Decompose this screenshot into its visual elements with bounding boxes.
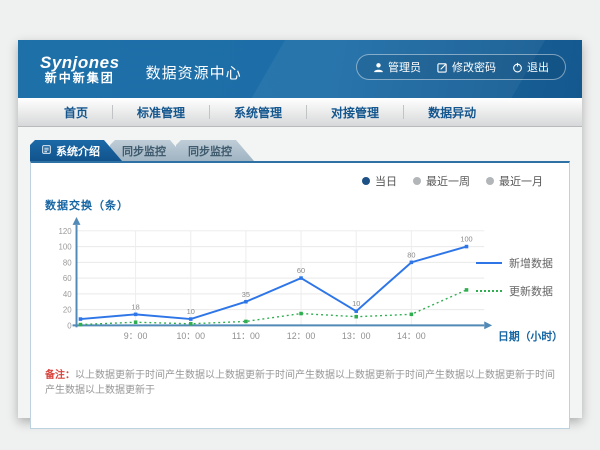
footnote-text: 以上数据更新于时间产生数据以上数据更新于时间产生数据以上数据更新于时间产生数据以… bbox=[45, 370, 555, 396]
y-axis-arrow-icon bbox=[73, 217, 81, 225]
data-point bbox=[410, 313, 414, 317]
data-point-label: 18 bbox=[131, 302, 139, 311]
app-window: Synjones 新中新集团 数据资源中心 管理员 修改密码 退出 bbox=[18, 40, 582, 418]
data-point bbox=[79, 323, 83, 327]
logo-subtext: 新中新集团 bbox=[40, 72, 120, 85]
y-tick-label: 20 bbox=[63, 306, 72, 315]
x-axis-arrow-icon bbox=[484, 321, 492, 329]
data-point bbox=[465, 245, 469, 249]
data-point bbox=[189, 322, 193, 326]
nav-item-system-mgmt[interactable]: 系统管理 bbox=[210, 104, 306, 121]
data-point bbox=[354, 315, 358, 319]
edit-icon bbox=[437, 62, 448, 73]
data-point bbox=[354, 309, 358, 313]
y-tick-label: 120 bbox=[58, 227, 72, 236]
radio-today[interactable]: 当日 bbox=[362, 173, 397, 189]
tab-system-intro[interactable]: 系统介绍 bbox=[30, 140, 122, 161]
nav-item-data-change[interactable]: 数据异动 bbox=[404, 104, 500, 121]
chart-legend: 新增数据 更新数据 bbox=[476, 255, 553, 299]
data-point-label: 80 bbox=[407, 250, 415, 259]
tab-bar: 系统介绍 同步监控 同步监控 bbox=[30, 140, 570, 161]
tab-label: 同步监控 bbox=[122, 143, 166, 159]
y-tick-label: 0 bbox=[67, 321, 72, 330]
content-area: 系统介绍 同步监控 同步监控 当日 最近一周 bbox=[18, 127, 582, 429]
tab-sync-monitor-2[interactable]: 同步监控 bbox=[176, 140, 254, 161]
data-point bbox=[410, 261, 414, 265]
radio-dot-icon bbox=[486, 177, 494, 185]
data-point-label: 35 bbox=[242, 290, 250, 299]
radio-dot-icon bbox=[413, 177, 421, 185]
user-menu: 管理员 修改密码 退出 bbox=[356, 54, 566, 80]
legend-label: 新增数据 bbox=[509, 255, 553, 271]
dotted-line-icon bbox=[476, 290, 502, 292]
radio-last-month[interactable]: 最近一月 bbox=[486, 173, 543, 189]
document-icon bbox=[42, 145, 51, 157]
x-tick-label: 12：00 bbox=[287, 331, 316, 341]
data-point bbox=[134, 320, 138, 324]
tab-sync-monitor-1[interactable]: 同步监控 bbox=[110, 140, 188, 161]
company-logo: Synjones 新中新集团 bbox=[40, 54, 120, 84]
data-point-label: 10 bbox=[352, 299, 360, 308]
data-point bbox=[189, 317, 193, 321]
radio-label: 当日 bbox=[375, 173, 397, 189]
page-title: 数据资源中心 bbox=[146, 62, 242, 83]
y-tick-label: 40 bbox=[63, 290, 72, 299]
data-point bbox=[299, 276, 303, 280]
radio-label: 最近一月 bbox=[499, 173, 543, 189]
x-tick-label: 9：00 bbox=[124, 331, 148, 341]
y-tick-label: 60 bbox=[63, 274, 72, 283]
tab-label: 系统介绍 bbox=[56, 143, 100, 159]
x-tick-label: 13：00 bbox=[342, 331, 371, 341]
legend-label: 更新数据 bbox=[509, 283, 553, 299]
data-point-label: 10 bbox=[187, 307, 195, 316]
y-tick-label: 100 bbox=[58, 243, 72, 252]
footnote-prefix: 备注： bbox=[45, 370, 75, 381]
y-tick-label: 80 bbox=[63, 258, 72, 267]
solid-line-icon bbox=[476, 262, 502, 264]
nav-item-home[interactable]: 首页 bbox=[40, 104, 112, 121]
legend-item-new-data[interactable]: 新增数据 bbox=[476, 255, 553, 271]
chart-panel: 当日 最近一周 最近一月 数据交换（条） 0 20 40 60 80 100 120 9：00… bbox=[30, 161, 570, 429]
data-point bbox=[465, 288, 469, 292]
change-password-button[interactable]: 修改密码 bbox=[437, 59, 496, 75]
logo-text: Synjones bbox=[40, 54, 120, 72]
nav-item-docking-mgmt[interactable]: 对接管理 bbox=[307, 104, 403, 121]
chart-x-axis-title: 日期（小时） bbox=[498, 329, 563, 343]
logout-label: 退出 bbox=[527, 59, 549, 75]
user-icon bbox=[373, 62, 384, 73]
x-tick-label: 14：00 bbox=[397, 331, 426, 341]
x-tick-label: 11：00 bbox=[232, 331, 260, 341]
footnote: 备注：以上数据更新于时间产生数据以上数据更新于时间产生数据以上数据更新于时间产生… bbox=[45, 368, 555, 428]
user-label: 管理员 bbox=[388, 59, 421, 75]
change-password-label: 修改密码 bbox=[452, 59, 496, 75]
time-range-radios: 当日 最近一周 最近一月 bbox=[31, 173, 543, 189]
radio-last-week[interactable]: 最近一周 bbox=[413, 173, 470, 189]
x-tick-label: 10：00 bbox=[176, 331, 205, 341]
data-point-label: 100 bbox=[460, 235, 472, 244]
chart-y-axis-title: 数据交换（条） bbox=[45, 197, 569, 213]
main-nav: 首页 标准管理 系统管理 对接管理 数据异动 bbox=[18, 98, 582, 127]
header: Synjones 新中新集团 数据资源中心 管理员 修改密码 退出 bbox=[18, 40, 582, 98]
data-point bbox=[79, 317, 83, 321]
logout-button[interactable]: 退出 bbox=[512, 59, 549, 75]
radio-dot-icon bbox=[362, 177, 370, 185]
data-point bbox=[299, 312, 303, 316]
tab-label: 同步监控 bbox=[188, 143, 232, 159]
nav-item-standard-mgmt[interactable]: 标准管理 bbox=[113, 104, 209, 121]
power-icon bbox=[512, 62, 523, 73]
radio-label: 最近一周 bbox=[426, 173, 470, 189]
legend-item-updated-data[interactable]: 更新数据 bbox=[476, 283, 553, 299]
data-point bbox=[134, 313, 138, 317]
data-point bbox=[244, 320, 248, 324]
data-point bbox=[244, 300, 248, 304]
current-user-button[interactable]: 管理员 bbox=[373, 59, 421, 75]
data-point-label: 60 bbox=[297, 266, 305, 275]
